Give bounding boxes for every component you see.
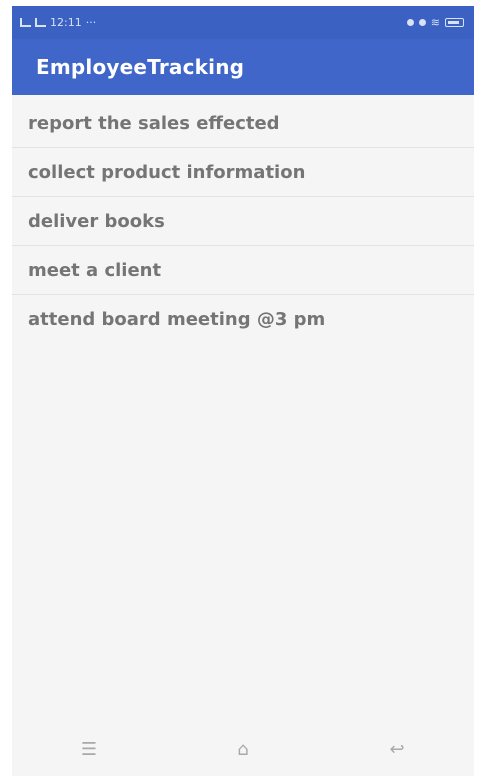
signal-icon-2 xyxy=(35,18,46,27)
home-button[interactable]: ⌂ xyxy=(218,738,268,762)
task-label: collect product information xyxy=(28,161,306,183)
navigation-bar: ☰ ⌂ ↩ xyxy=(12,724,474,776)
app-bar: EmployeeTracking xyxy=(12,39,474,95)
signal-icon xyxy=(20,18,31,27)
task-item-board-meeting[interactable]: attend board meeting @3 pm xyxy=(12,295,474,344)
task-list: report the sales effected collect produc… xyxy=(12,99,474,344)
location-icon xyxy=(406,19,414,26)
back-button[interactable]: ↩ xyxy=(372,738,422,762)
wifi-icon: ≋ xyxy=(430,16,440,29)
phone-screen: 12:11 ··· ≋ EmployeeTracking report the … xyxy=(12,6,474,776)
status-extra: ··· xyxy=(85,16,97,29)
task-item-collect-product[interactable]: collect product information xyxy=(12,148,474,197)
status-time: 12:11 xyxy=(50,16,82,29)
status-left: 12:11 ··· xyxy=(20,16,96,29)
task-label: deliver books xyxy=(28,210,165,232)
menu-button[interactable]: ☰ xyxy=(64,738,114,762)
menu-icon: ☰ xyxy=(80,739,98,760)
sync-icon xyxy=(418,19,426,26)
task-item-deliver-books[interactable]: deliver books xyxy=(12,197,474,246)
battery-icon xyxy=(445,18,464,27)
app-title: EmployeeTracking xyxy=(36,55,245,79)
status-right: ≋ xyxy=(406,16,464,29)
back-icon: ↩ xyxy=(389,739,405,760)
task-label: meet a client xyxy=(28,259,162,281)
task-item-report-sales[interactable]: report the sales effected xyxy=(12,99,474,148)
task-label: report the sales effected xyxy=(28,112,280,134)
status-bar: 12:11 ··· ≋ xyxy=(12,6,474,39)
task-item-meet-client[interactable]: meet a client xyxy=(12,246,474,295)
task-label: attend board meeting @3 pm xyxy=(28,309,326,330)
home-icon: ⌂ xyxy=(237,739,249,760)
